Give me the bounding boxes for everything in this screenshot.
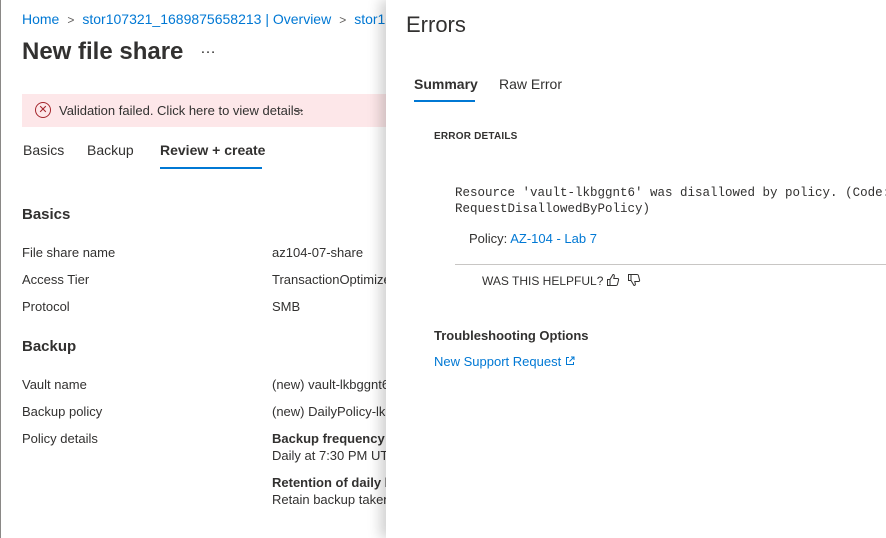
divider — [455, 264, 886, 265]
breadcrumb: Home > stor107321_1689875658213 | Overview… — [22, 11, 401, 27]
backup-heading: Backup — [22, 338, 77, 355]
error-circle-icon: ✕ — [35, 102, 51, 118]
tab-review-create[interactable]: Review + create — [160, 142, 265, 158]
error-details-heading: ERROR DETAILS — [434, 131, 518, 142]
active-tab-indicator — [414, 100, 475, 102]
troubleshooting-heading: Troubleshooting Options — [434, 328, 589, 343]
arrow-right-icon: → — [291, 100, 306, 117]
basics-heading: Basics — [22, 206, 71, 223]
tab-raw-error[interactable]: Raw Error — [499, 76, 562, 92]
backup-frequency-heading: Backup frequency — [272, 431, 385, 446]
validation-error-banner[interactable]: ✕ Validation failed. Click here to view … — [22, 94, 402, 127]
error-message: Resource 'vault-lkbggnt6' was disallowed… — [455, 186, 886, 216]
errors-panel-title: Errors — [406, 12, 466, 37]
helpful-question: WAS THIS HELPFUL? — [482, 274, 604, 288]
thumbs-up-icon[interactable] — [606, 273, 620, 287]
new-support-request-link[interactable]: New Support Request — [434, 354, 575, 369]
more-options-button[interactable]: … — [200, 40, 217, 58]
policy-link[interactable]: AZ-104 - Lab 7 — [510, 231, 597, 246]
tab-summary[interactable]: Summary — [414, 76, 478, 92]
window-edge — [0, 0, 1, 538]
active-tab-indicator — [160, 167, 262, 169]
backup-policy-label: Backup policy — [22, 404, 103, 419]
access-tier-value: TransactionOptimized — [272, 272, 398, 287]
tab-basics[interactable]: Basics — [23, 142, 64, 158]
protocol-value: SMB — [272, 299, 301, 314]
vault-name-label: Vault name — [22, 377, 87, 392]
tab-backup[interactable]: Backup — [87, 142, 134, 158]
policy-label: Policy: — [469, 231, 508, 246]
breadcrumb-storage-overview[interactable]: stor107321_1689875658213 | Overview — [82, 11, 331, 27]
errors-panel: Errors Summary Raw Error ERROR DETAILS R… — [386, 0, 886, 538]
thumbs-down-icon[interactable] — [627, 273, 641, 287]
banner-message: Validation failed. Click here to view de… — [59, 103, 304, 118]
chevron-right-icon: > — [67, 13, 75, 27]
breadcrumb-home[interactable]: Home — [22, 11, 59, 27]
backup-frequency-value: Daily at 7:30 PM UTC — [272, 448, 398, 463]
policy-details-label: Policy details — [22, 431, 98, 446]
file-share-name-label: File share name — [22, 245, 116, 260]
page-title: New file share — [22, 38, 184, 65]
protocol-label: Protocol — [22, 299, 70, 314]
policy-row: Policy: AZ-104 - Lab 7 — [469, 231, 597, 246]
chevron-right-icon: > — [339, 13, 347, 27]
vault-name-value: (new) vault-lkbggnt6 — [272, 377, 390, 392]
support-link-label: New Support Request — [434, 354, 562, 369]
external-link-icon — [566, 356, 575, 365]
access-tier-label: Access Tier — [22, 272, 90, 287]
file-share-name-value: az104-07-share — [272, 245, 364, 260]
